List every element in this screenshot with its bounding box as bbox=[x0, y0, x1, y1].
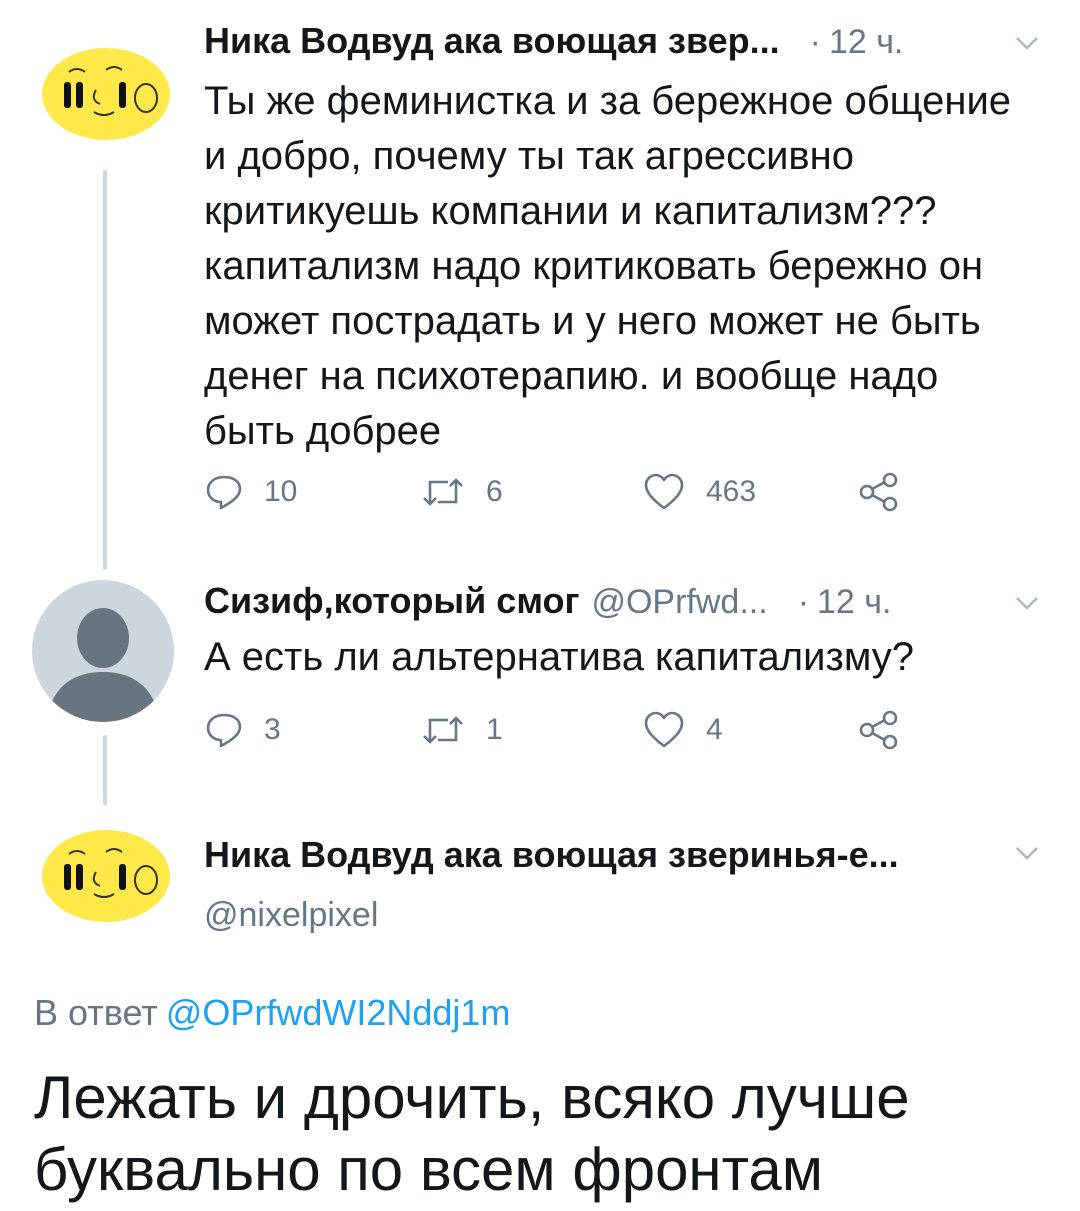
share-button[interactable] bbox=[858, 710, 900, 750]
like-count: 4 bbox=[706, 713, 723, 746]
author-name[interactable]: Сизиф,который смог bbox=[204, 580, 579, 622]
tweet-text: Ты же феминистка и за бережное общение и… bbox=[204, 79, 1012, 453]
nika-avatar-icon[interactable] bbox=[36, 824, 172, 924]
default-profile-icon[interactable] bbox=[32, 580, 174, 722]
reply-button[interactable]: 10 bbox=[204, 472, 297, 512]
reply-icon bbox=[206, 713, 242, 748]
chevron-down-icon[interactable] bbox=[1014, 840, 1040, 866]
timestamp[interactable]: 12 ч. bbox=[829, 23, 903, 62]
retweet-button[interactable]: 6 bbox=[420, 472, 503, 512]
reply-context: В ответ @OPrfwdWI2Nddj1m bbox=[34, 992, 510, 1034]
reply-count: 3 bbox=[264, 713, 281, 746]
separator-dot: · bbox=[797, 583, 810, 621]
main-tweet-text: Лежать и дрочить, всяко лучше буквально … bbox=[34, 1064, 910, 1203]
retweet-button[interactable]: 1 bbox=[420, 710, 503, 750]
share-icon bbox=[859, 472, 898, 512]
like-button[interactable]: 4 bbox=[642, 710, 723, 750]
timestamp[interactable]: 12 ч. bbox=[817, 583, 891, 622]
author-handle[interactable]: @OPrfwd... bbox=[591, 583, 767, 622]
tweet-actions: 3 1 4 bbox=[204, 710, 924, 760]
retweet-count: 6 bbox=[486, 475, 503, 508]
retweet-icon bbox=[423, 478, 463, 506]
share-button[interactable] bbox=[858, 472, 900, 512]
share-icon bbox=[859, 710, 898, 750]
tweet-2-header: Сизиф,который смог @OPrfwd... · 12 ч. bbox=[204, 580, 891, 622]
like-button[interactable]: 463 bbox=[642, 472, 756, 512]
chevron-down-icon[interactable] bbox=[1014, 30, 1040, 56]
like-count: 463 bbox=[706, 475, 757, 508]
like-icon bbox=[644, 711, 684, 748]
nika-avatar-icon[interactable] bbox=[36, 42, 172, 142]
retweet-count: 1 bbox=[486, 713, 503, 746]
tweet-1-header: Ника Водвуд ака воющая звер... · 12 ч. bbox=[204, 20, 903, 62]
retweet-icon bbox=[423, 716, 463, 744]
author-handle[interactable]: @nixelpixel bbox=[204, 896, 378, 935]
reply-icon bbox=[206, 475, 242, 510]
like-icon bbox=[644, 473, 684, 510]
reply-count: 10 bbox=[264, 475, 298, 508]
reply-mention-link[interactable]: @OPrfwdWI2Nddj1m bbox=[166, 992, 511, 1033]
thread-line bbox=[103, 170, 107, 570]
author-name[interactable]: Ника Водвуд ака воющая звер... bbox=[204, 20, 780, 62]
thread-line bbox=[103, 735, 107, 805]
tweet-text: А есть ли альтернатива капитализму? bbox=[204, 635, 915, 679]
reply-prefix: В ответ bbox=[34, 992, 158, 1033]
chevron-down-icon[interactable] bbox=[1014, 590, 1040, 616]
separator-dot: · bbox=[809, 23, 821, 61]
tweet-actions: 10 6 463 bbox=[204, 472, 924, 522]
author-name[interactable]: Ника Водвуд ака воющая зверинья-е... bbox=[204, 834, 899, 876]
reply-button[interactable]: 3 bbox=[204, 710, 281, 750]
